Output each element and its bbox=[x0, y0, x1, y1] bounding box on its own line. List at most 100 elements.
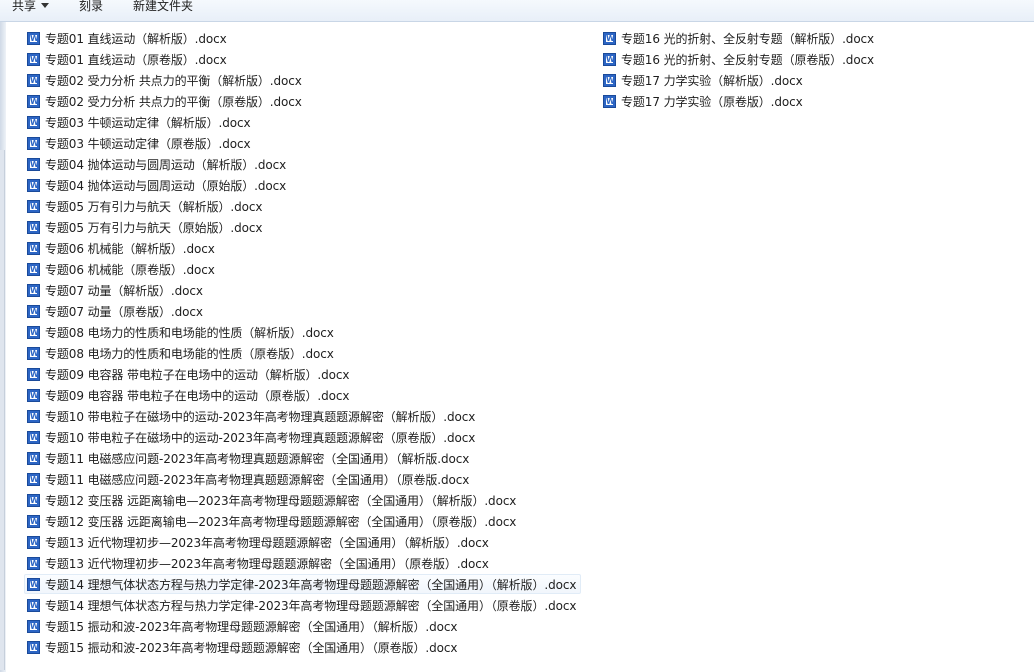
file-item[interactable]: 专题16 光的折射、全反射专题（解析版）.docx bbox=[600, 28, 879, 48]
file-item[interactable]: 专题12 变压器 远距离输电—2023年高考物理母题题源解密（全国通用）（原卷版… bbox=[24, 511, 521, 531]
word-document-icon bbox=[27, 410, 40, 423]
share-label: 共享 bbox=[12, 0, 37, 13]
file-name: 专题13 近代物理初步—2023年高考物理母题题源解密（全国通用）（原卷版）.d… bbox=[45, 557, 489, 571]
word-document-icon bbox=[27, 620, 40, 633]
new-folder-button[interactable]: 新建文件夹 bbox=[133, 0, 193, 13]
file-name: 专题06 机械能（原卷版）.docx bbox=[45, 263, 215, 277]
word-document-icon bbox=[27, 557, 40, 570]
word-document-icon bbox=[27, 32, 40, 45]
file-name: 专题04 抛体运动与圆周运动（解析版）.docx bbox=[45, 158, 287, 172]
word-document-icon bbox=[603, 53, 616, 66]
file-name: 专题15 振动和波-2023年高考物理母题题源解密（全国通用）（解析版）.doc… bbox=[45, 620, 458, 634]
file-item[interactable]: 专题15 振动和波-2023年高考物理母题题源解密（全国通用）（原卷版）.doc… bbox=[24, 637, 462, 657]
file-name: 专题02 受力分析 共点力的平衡（原卷版）.docx bbox=[45, 95, 302, 109]
word-document-icon bbox=[603, 95, 616, 108]
file-name: 专题13 近代物理初步—2023年高考物理母题题源解密（全国通用）（解析版）.d… bbox=[45, 536, 489, 550]
file-item[interactable]: 专题08 电场力的性质和电场能的性质（原卷版）.docx bbox=[24, 343, 339, 363]
file-name: 专题03 牛顿运动定律（原卷版）.docx bbox=[45, 137, 251, 151]
word-document-icon bbox=[27, 137, 40, 150]
word-document-icon bbox=[27, 116, 40, 129]
file-item[interactable]: 专题07 动量（解析版）.docx bbox=[24, 280, 208, 300]
file-item[interactable]: 专题04 抛体运动与圆周运动（解析版）.docx bbox=[24, 154, 291, 174]
word-document-icon bbox=[27, 578, 40, 591]
word-document-icon bbox=[27, 242, 40, 255]
word-document-icon bbox=[27, 452, 40, 465]
file-name: 专题12 变压器 远距离输电—2023年高考物理母题题源解密（全国通用）（解析版… bbox=[45, 494, 517, 508]
file-item[interactable]: 专题05 万有引力与航天（解析版）.docx bbox=[24, 196, 267, 216]
file-item[interactable]: 专题02 受力分析 共点力的平衡（原卷版）.docx bbox=[24, 91, 307, 111]
word-document-icon bbox=[603, 32, 616, 45]
file-item[interactable]: 专题11 电磁感应问题-2023年高考物理真题题源解密（全国通用）（原卷版.do… bbox=[24, 469, 474, 489]
file-name: 专题09 电容器 带电粒子在电场中的运动（原卷版）.docx bbox=[45, 389, 350, 403]
word-document-icon bbox=[27, 263, 40, 276]
file-name: 专题10 带电粒子在磁场中的运动-2023年高考物理真题题源解密（原卷版）.do… bbox=[45, 431, 476, 445]
burn-button[interactable]: 刻录 bbox=[79, 0, 103, 13]
file-item[interactable]: 专题06 机械能（解析版）.docx bbox=[24, 238, 220, 258]
file-name: 专题16 光的折射、全反射专题（解析版）.docx bbox=[621, 32, 875, 46]
file-name: 专题17 力学实验（解析版）.docx bbox=[621, 74, 803, 88]
file-name: 专题11 电磁感应问题-2023年高考物理真题题源解密（全国通用）（原卷版.do… bbox=[45, 473, 470, 487]
file-name: 专题17 力学实验（原卷版）.docx bbox=[621, 95, 803, 109]
file-item[interactable]: 专题16 光的折射、全反射专题（原卷版）.docx bbox=[600, 49, 879, 69]
file-item[interactable]: 专题01 直线运动（解析版）.docx bbox=[24, 28, 232, 48]
word-document-icon bbox=[27, 536, 40, 549]
word-document-icon bbox=[27, 347, 40, 360]
file-name: 专题07 动量（原卷版）.docx bbox=[45, 305, 203, 319]
word-document-icon bbox=[27, 326, 40, 339]
file-item[interactable]: 专题03 牛顿运动定律（原卷版）.docx bbox=[24, 133, 255, 153]
file-item[interactable]: 专题08 电场力的性质和电场能的性质（解析版）.docx bbox=[24, 322, 339, 342]
file-name: 专题15 振动和波-2023年高考物理母题题源解密（全国通用）（原卷版）.doc… bbox=[45, 641, 458, 655]
word-document-icon bbox=[27, 158, 40, 171]
file-item[interactable]: 专题09 电容器 带电粒子在电场中的运动（解析版）.docx bbox=[24, 364, 354, 384]
file-item[interactable]: 专题17 力学实验（解析版）.docx bbox=[600, 70, 808, 90]
word-document-icon bbox=[27, 53, 40, 66]
file-item[interactable]: 专题17 力学实验（原卷版）.docx bbox=[600, 91, 808, 111]
file-item[interactable]: 专题03 牛顿运动定律（解析版）.docx bbox=[24, 112, 255, 132]
file-name: 专题04 抛体运动与圆周运动（原始版）.docx bbox=[45, 179, 287, 193]
word-document-icon bbox=[27, 431, 40, 444]
file-item[interactable]: 专题13 近代物理初步—2023年高考物理母题题源解密（全国通用）（解析版）.d… bbox=[24, 532, 494, 552]
file-name: 专题16 光的折射、全反射专题（原卷版）.docx bbox=[621, 53, 875, 67]
file-item[interactable]: 专题07 动量（原卷版）.docx bbox=[24, 301, 208, 321]
file-name: 专题06 机械能（解析版）.docx bbox=[45, 242, 215, 256]
file-name: 专题01 直线运动（原卷版）.docx bbox=[45, 53, 227, 67]
file-name: 专题10 带电粒子在磁场中的运动-2023年高考物理真题题源解密（解析版）.do… bbox=[45, 410, 476, 424]
file-item[interactable]: 专题04 抛体运动与圆周运动（原始版）.docx bbox=[24, 175, 291, 195]
file-name: 专题05 万有引力与航天（原始版）.docx bbox=[45, 221, 263, 235]
word-document-icon bbox=[27, 641, 40, 654]
word-document-icon bbox=[27, 368, 40, 381]
share-button[interactable]: 共享 bbox=[12, 0, 50, 13]
file-name: 专题09 电容器 带电粒子在电场中的运动（解析版）.docx bbox=[45, 368, 350, 382]
file-item[interactable]: 专题14 理想气体状态方程与热力学定律-2023年高考物理母题题源解密（全国通用… bbox=[24, 574, 582, 594]
file-item[interactable]: 专题14 理想气体状态方程与热力学定律-2023年高考物理母题题源解密（全国通用… bbox=[24, 595, 581, 615]
file-name: 专题11 电磁感应问题-2023年高考物理真题题源解密（全国通用）（解析版.do… bbox=[45, 452, 470, 466]
file-item[interactable]: 专题15 振动和波-2023年高考物理母题题源解密（全国通用）（解析版）.doc… bbox=[24, 616, 462, 636]
file-item[interactable]: 专题05 万有引力与航天（原始版）.docx bbox=[24, 217, 267, 237]
file-item[interactable]: 专题10 带电粒子在磁场中的运动-2023年高考物理真题题源解密（解析版）.do… bbox=[24, 406, 480, 426]
file-name: 专题08 电场力的性质和电场能的性质（解析版）.docx bbox=[45, 326, 334, 340]
file-name: 专题01 直线运动（解析版）.docx bbox=[45, 32, 227, 46]
file-name: 专题07 动量（解析版）.docx bbox=[45, 284, 203, 298]
file-name: 专题03 牛顿运动定律（解析版）.docx bbox=[45, 116, 251, 130]
file-item[interactable]: 专题10 带电粒子在磁场中的运动-2023年高考物理真题题源解密（原卷版）.do… bbox=[24, 427, 480, 447]
file-name: 专题14 理想气体状态方程与热力学定律-2023年高考物理母题题源解密（全国通用… bbox=[45, 578, 577, 592]
file-list: 专题01 直线运动（解析版）.docx 专题01 直线运动（原卷版）.docx 专题… bbox=[0, 22, 1034, 672]
file-item[interactable]: 专题06 机械能（原卷版）.docx bbox=[24, 259, 220, 279]
word-document-icon bbox=[27, 179, 40, 192]
file-name: 专题08 电场力的性质和电场能的性质（原卷版）.docx bbox=[45, 347, 334, 361]
word-document-icon bbox=[27, 221, 40, 234]
file-name: 专题02 受力分析 共点力的平衡（解析版）.docx bbox=[45, 74, 302, 88]
file-name: 专题14 理想气体状态方程与热力学定律-2023年高考物理母题题源解密（全国通用… bbox=[45, 599, 577, 613]
command-bar: 共享 刻录 新建文件夹 bbox=[0, 0, 1034, 22]
file-item[interactable]: 专题13 近代物理初步—2023年高考物理母题题源解密（全国通用）（原卷版）.d… bbox=[24, 553, 494, 573]
word-document-icon bbox=[603, 74, 616, 87]
file-item[interactable]: 专题12 变压器 远距离输电—2023年高考物理母题题源解密（全国通用）（解析版… bbox=[24, 490, 521, 510]
word-document-icon bbox=[27, 473, 40, 486]
file-item[interactable]: 专题01 直线运动（原卷版）.docx bbox=[24, 49, 232, 69]
file-item[interactable]: 专题02 受力分析 共点力的平衡（解析版）.docx bbox=[24, 70, 307, 90]
file-item[interactable]: 专题09 电容器 带电粒子在电场中的运动（原卷版）.docx bbox=[24, 385, 354, 405]
word-document-icon bbox=[27, 494, 40, 507]
new-folder-label: 新建文件夹 bbox=[133, 0, 194, 13]
word-document-icon bbox=[27, 599, 40, 612]
file-item[interactable]: 专题11 电磁感应问题-2023年高考物理真题题源解密（全国通用）（解析版.do… bbox=[24, 448, 474, 468]
